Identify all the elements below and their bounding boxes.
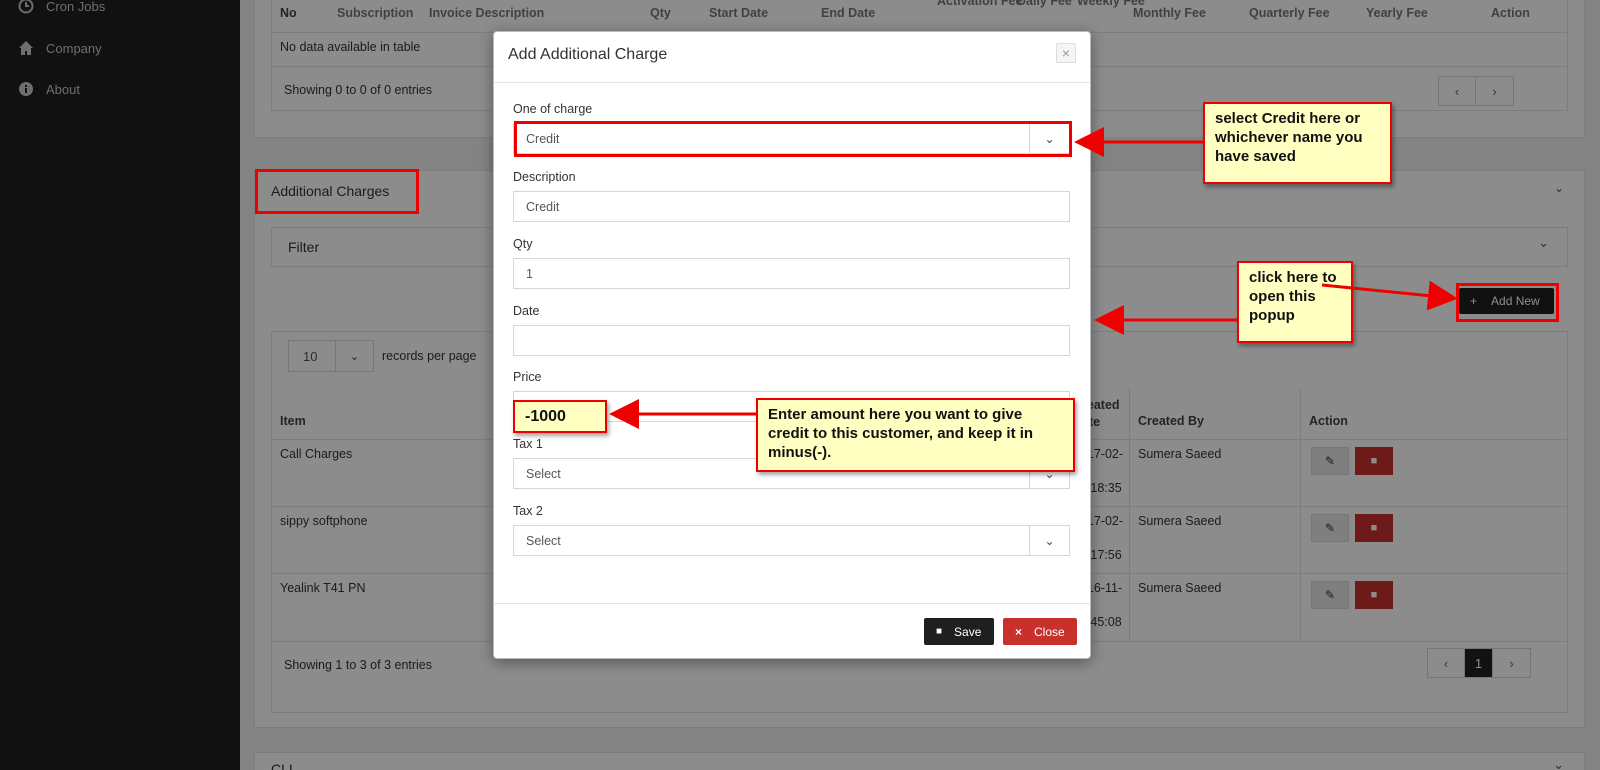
tax2-select[interactable]: Select ⌄ xyxy=(513,525,1070,556)
date-input[interactable] xyxy=(513,325,1070,356)
modal-title: Add Additional Charge xyxy=(508,46,668,63)
tax2-label: Tax 2 xyxy=(513,504,543,518)
qty-input[interactable]: 1 xyxy=(513,258,1070,289)
description-input[interactable]: Credit xyxy=(513,191,1070,222)
qty-label: Qty xyxy=(513,237,533,251)
tax2-value: Select xyxy=(526,533,561,548)
save-label: Save xyxy=(954,624,982,639)
annotation-note-select: select Credit here or whichever name you… xyxy=(1203,102,1392,184)
close-label: Close xyxy=(1034,624,1065,639)
date-label: Date xyxy=(513,304,540,318)
divider xyxy=(494,603,1090,604)
description-value: Credit xyxy=(526,199,560,214)
close-button[interactable]: × Close xyxy=(1003,618,1077,645)
tax1-value: Select xyxy=(526,466,561,481)
price-label: Price xyxy=(513,370,542,384)
save-button[interactable]: ■ Save xyxy=(924,618,994,645)
annotation-price-value: -1000 xyxy=(513,400,607,433)
close-icon: × xyxy=(1015,624,1023,639)
annotation-box-charge-select xyxy=(514,121,1072,157)
tax1-label: Tax 1 xyxy=(513,437,543,451)
one-of-charge-label: One of charge xyxy=(513,102,593,116)
floppy-disk-icon: ■ xyxy=(936,626,943,637)
annotation-box-add-new xyxy=(1456,283,1559,322)
close-icon[interactable]: × xyxy=(1056,43,1076,63)
chevron-down-icon: ⌄ xyxy=(1029,526,1069,555)
annotation-box-additional-charges xyxy=(255,169,419,214)
qty-value: 1 xyxy=(526,266,533,281)
annotation-note-click: click here to open this popup xyxy=(1237,261,1353,343)
divider xyxy=(494,82,1090,83)
annotation-note-amount: Enter amount here you want to give credi… xyxy=(756,398,1075,472)
description-label: Description xyxy=(513,170,576,184)
